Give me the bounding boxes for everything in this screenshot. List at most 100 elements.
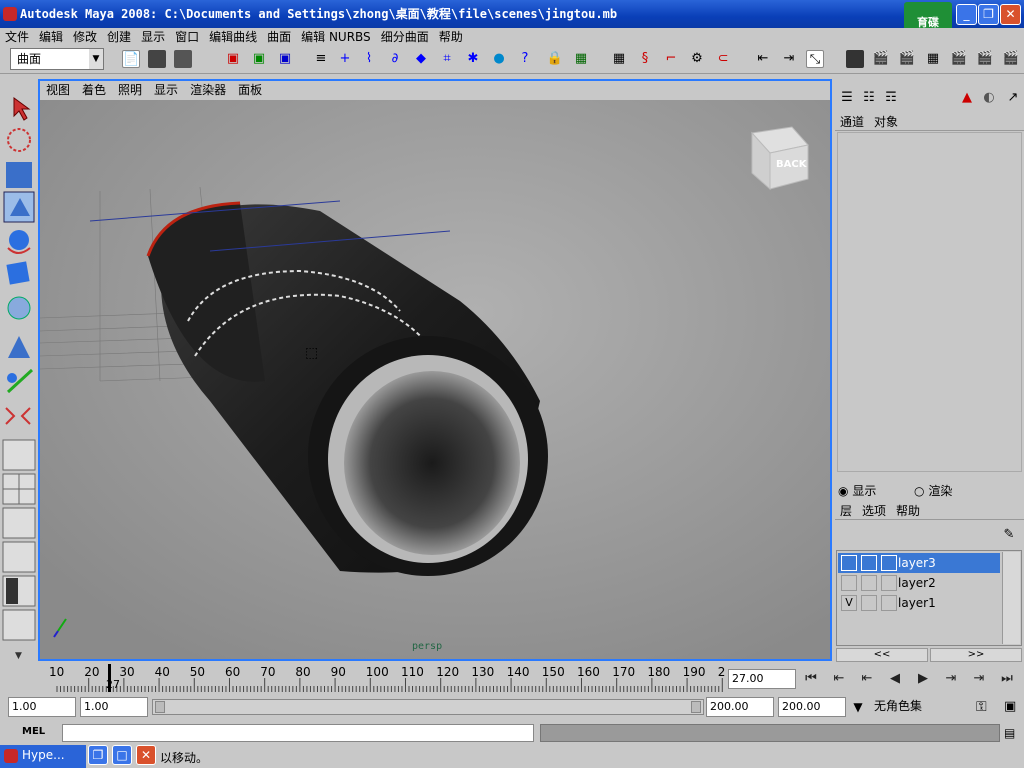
shelf-clapper2-icon[interactable]: 🎬 bbox=[898, 50, 916, 68]
radio-unchecked-icon[interactable]: ○ bbox=[914, 484, 924, 498]
range-slider[interactable] bbox=[152, 699, 704, 715]
go-to-end-icon[interactable]: ⏭ bbox=[996, 668, 1018, 690]
render-sequence-icon[interactable]: § bbox=[636, 50, 654, 68]
play-forwards-icon[interactable]: ▶ bbox=[912, 668, 934, 690]
menu-modify[interactable]: 修改 bbox=[68, 28, 102, 46]
step-back-key-icon[interactable]: ⇤ bbox=[856, 668, 878, 690]
maximize-button[interactable]: ❐ bbox=[978, 4, 999, 25]
layer-row-layer1[interactable]: V layer1 bbox=[838, 593, 1000, 613]
taskbar-restore-button[interactable]: ❐ bbox=[88, 745, 108, 765]
layer-type-toggle[interactable] bbox=[861, 555, 877, 571]
select-hierarchy-icon[interactable]: ▣ bbox=[224, 50, 242, 68]
animation-start-field[interactable]: 1.00 bbox=[8, 697, 76, 717]
viewport-menu-view[interactable]: 视图 bbox=[40, 81, 76, 100]
snap-grid-icon[interactable]: + bbox=[336, 50, 354, 68]
snap-curve-icon[interactable]: ⌇ bbox=[360, 50, 378, 68]
snap-view-icon[interactable]: ✱ bbox=[464, 50, 482, 68]
menu-file[interactable]: 文件 bbox=[0, 28, 34, 46]
layout-custom-button[interactable] bbox=[3, 610, 35, 640]
sidebar-toggle-icon[interactable]: ⤡ bbox=[806, 50, 824, 68]
layout-single-button[interactable] bbox=[3, 440, 35, 470]
hypershade-icon[interactable]: ⊂ bbox=[714, 50, 732, 68]
channel-tab-object[interactable]: 对象 bbox=[869, 115, 903, 129]
layer-menu-help[interactable]: 帮助 bbox=[891, 504, 925, 518]
render-grid-icon[interactable]: ▦ bbox=[610, 50, 628, 68]
layer-mode-render[interactable]: ○ 渲染 bbox=[914, 482, 952, 500]
layer-color-swatch[interactable] bbox=[881, 575, 897, 591]
close-button[interactable]: ✕ bbox=[1000, 4, 1021, 25]
playback-start-field[interactable]: 1.00 bbox=[80, 697, 148, 717]
new-layer-icon[interactable]: ✎ bbox=[1000, 526, 1018, 544]
viewcube[interactable] bbox=[751, 126, 809, 191]
menu-edit-curves[interactable]: 编辑曲线 bbox=[204, 28, 262, 46]
select-tool-button[interactable] bbox=[4, 92, 34, 122]
script-editor-icon[interactable]: ▤ bbox=[1004, 726, 1015, 740]
taskbar-maximize-button[interactable]: □ bbox=[112, 745, 132, 765]
layout-graph-button[interactable] bbox=[3, 542, 35, 572]
layer-row-layer3[interactable]: layer3 bbox=[838, 553, 1000, 573]
layer-color-swatch[interactable] bbox=[881, 555, 897, 571]
menu-window[interactable]: 窗口 bbox=[170, 28, 204, 46]
attribute-layout-icon[interactable]: ☷ bbox=[860, 89, 878, 107]
shelf-grid-icon[interactable]: ▦ bbox=[924, 50, 942, 68]
layer-color-swatch[interactable] bbox=[881, 595, 897, 611]
menu-display[interactable]: 显示 bbox=[136, 28, 170, 46]
render-region-icon[interactable]: ▦ bbox=[572, 50, 590, 68]
play-backwards-icon[interactable]: ◀ bbox=[884, 668, 906, 690]
menu-edit-nurbs[interactable]: 编辑 NURBS bbox=[296, 28, 376, 46]
menu-surfaces[interactable]: 曲面 bbox=[262, 28, 296, 46]
help-icon[interactable]: ? bbox=[516, 50, 534, 68]
snap-plane-icon[interactable]: ◆ bbox=[412, 50, 430, 68]
lock-icon[interactable]: 🔒 bbox=[546, 50, 564, 68]
last-tool-button[interactable] bbox=[4, 398, 34, 428]
select-object-icon[interactable]: ▣ bbox=[250, 50, 268, 68]
layer-row-layer2[interactable]: layer2 bbox=[838, 573, 1000, 593]
open-scene-icon[interactable] bbox=[148, 50, 166, 68]
render-ipr-icon[interactable]: ⌐ bbox=[662, 50, 680, 68]
viewport-menu-show[interactable]: 显示 bbox=[148, 81, 184, 100]
go-to-start-icon[interactable]: ⏮ bbox=[800, 668, 822, 690]
viewport-menu-lighting[interactable]: 照明 bbox=[112, 81, 148, 100]
radio-checked-icon[interactable]: ◉ bbox=[838, 484, 848, 498]
step-forward-key-icon[interactable]: ⇥ bbox=[940, 668, 962, 690]
layer-scroll-left[interactable]: << bbox=[836, 648, 928, 662]
preferences-icon[interactable]: ▣ bbox=[1004, 699, 1016, 714]
history-icon[interactable]: ● bbox=[490, 50, 508, 68]
auto-key-icon[interactable]: ⚿ bbox=[976, 699, 987, 715]
rename-icon[interactable]: ⇥ bbox=[780, 50, 798, 68]
channel-layout-icon[interactable]: ☰ bbox=[838, 89, 856, 107]
shelf-film-icon[interactable] bbox=[846, 50, 864, 68]
channel-tab-channels[interactable]: 通道 bbox=[835, 115, 869, 129]
render-sphere-icon[interactable]: ◐ bbox=[980, 89, 998, 107]
layer-menu-options[interactable]: 选项 bbox=[857, 504, 891, 518]
layer-scroll-right[interactable]: >> bbox=[930, 648, 1022, 662]
layer-list-scrollbar[interactable] bbox=[1002, 552, 1020, 644]
shelf-clapper4-icon[interactable]: 🎬 bbox=[976, 50, 994, 68]
filter-icon[interactable]: ≡ bbox=[312, 50, 330, 68]
paint-select-tool-button[interactable] bbox=[4, 160, 34, 190]
move-tool-button[interactable] bbox=[4, 192, 34, 222]
shelf-clapper3-icon[interactable]: 🎬 bbox=[950, 50, 968, 68]
range-slider-handle-right[interactable] bbox=[691, 701, 701, 713]
range-slider-handle-left[interactable] bbox=[155, 701, 165, 713]
layer-type-toggle[interactable] bbox=[861, 575, 877, 591]
step-back-icon[interactable]: ⇤ bbox=[828, 668, 850, 690]
tool-layout-icon[interactable]: ☶ bbox=[882, 89, 900, 107]
scale-tool-button[interactable] bbox=[4, 262, 34, 292]
layer-visibility-toggle[interactable] bbox=[841, 575, 857, 591]
soft-mod-button[interactable] bbox=[4, 330, 34, 360]
shelf-clapper-icon[interactable]: 🎬 bbox=[872, 50, 890, 68]
taskbar-item-hypershade[interactable]: Hype... bbox=[0, 745, 86, 768]
select-component-icon[interactable]: ▣ bbox=[276, 50, 294, 68]
rotate-tool-button[interactable] bbox=[4, 228, 34, 258]
snap-point-icon[interactable]: ∂ bbox=[386, 50, 404, 68]
menu-create[interactable]: 创建 bbox=[102, 28, 136, 46]
chevron-down-icon[interactable]: ▼ bbox=[848, 697, 868, 717]
viewport-menu-panels[interactable]: 面板 bbox=[232, 81, 268, 100]
layer-mode-display[interactable]: ◉ 显示 bbox=[838, 482, 876, 500]
menu-edit[interactable]: 编辑 bbox=[34, 28, 68, 46]
layout-hypershade-button[interactable] bbox=[3, 576, 35, 606]
layer-menu-layers[interactable]: 层 bbox=[835, 504, 857, 518]
layer-visibility-toggle[interactable] bbox=[841, 555, 857, 571]
viewport-menu-shading[interactable]: 着色 bbox=[76, 81, 112, 100]
